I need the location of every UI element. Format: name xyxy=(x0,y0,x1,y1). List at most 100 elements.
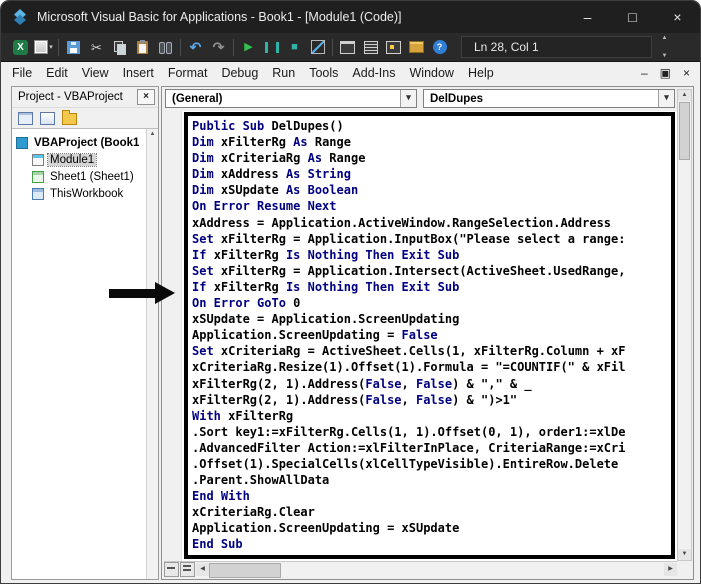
paste-button[interactable] xyxy=(131,35,154,59)
toggle-folders-icon[interactable] xyxy=(62,110,77,125)
object-browser-icon xyxy=(386,40,401,54)
procedure-view-button[interactable] xyxy=(164,562,179,577)
project-tree-scrollbar[interactable]: ▲ xyxy=(146,129,158,579)
code-line: Set xFilterRg = Application.Intersect(Ac… xyxy=(192,263,626,278)
chevron-down-icon xyxy=(658,90,674,107)
annotation-arrow xyxy=(109,282,175,304)
horizontal-scrollbar[interactable]: ◀ ▶ xyxy=(164,561,677,578)
design-mode-button[interactable] xyxy=(306,35,329,59)
minimize-button[interactable]: – xyxy=(565,1,610,33)
cut-icon: ✂ xyxy=(91,39,102,55)
horizontal-scrollbar-thumb[interactable] xyxy=(209,563,281,578)
code-line: Application.ScreenUpdating = xSUpdate xyxy=(192,521,460,536)
maximize-button[interactable]: □ xyxy=(610,1,655,33)
tree-item-module1[interactable]: Module1 xyxy=(12,151,147,168)
project-explorer-icon xyxy=(340,40,355,54)
child-restore-button[interactable]: ▣ xyxy=(660,66,671,80)
maximize-icon: □ xyxy=(628,9,637,25)
object-dropdown-value: (General) xyxy=(172,92,223,105)
view-object-icon[interactable] xyxy=(40,111,55,125)
toolbar-separator xyxy=(233,38,234,56)
object-dropdown[interactable]: (General) xyxy=(165,89,417,108)
reset-button[interactable]: ■ xyxy=(283,35,306,59)
menu-window[interactable]: Window xyxy=(403,62,461,84)
code-line: Dim xAddress As String xyxy=(192,167,351,182)
cut-button[interactable]: ✂ xyxy=(85,35,108,59)
child-minimize-button[interactable]: – xyxy=(641,66,648,80)
menu-run[interactable]: Run xyxy=(265,62,302,84)
tree-item-sheet1-sheet1[interactable]: Sheet1 (Sheet1) xyxy=(12,168,147,185)
insert-object-button[interactable]: ▾ xyxy=(32,35,55,59)
menu-add-ins[interactable]: Add-Ins xyxy=(345,62,402,84)
copy-button[interactable] xyxy=(108,35,131,59)
panel-close-button[interactable] xyxy=(137,89,155,105)
code-line: Application.ScreenUpdating = False xyxy=(192,328,438,343)
chevron-down-icon xyxy=(400,90,416,107)
menu-tools[interactable]: Tools xyxy=(302,62,345,84)
title-bar: Microsoft Visual Basic for Applications … xyxy=(1,1,700,33)
help-button[interactable] xyxy=(428,35,451,59)
project-explorer-button[interactable] xyxy=(336,35,359,59)
minimize-icon: – xyxy=(583,9,592,25)
code-line: If xFilterRg Is Nothing Then Exit Sub xyxy=(192,279,460,294)
find-button[interactable] xyxy=(154,35,177,59)
code-line: Set xCriteriaRg = ActiveSheet.Cells(1, x… xyxy=(192,344,626,359)
arrow-tail xyxy=(109,288,155,298)
menu-bar: File Edit View Insert Format Debug Run Tools Add… xyxy=(1,62,700,84)
chevron-down-icon: ▾ xyxy=(49,44,53,51)
code-line: On Error Resume Next xyxy=(192,199,337,214)
paste-icon xyxy=(137,39,148,54)
properties-icon xyxy=(363,40,378,54)
toolbar-separator xyxy=(332,38,333,56)
menu-format[interactable]: Format xyxy=(161,62,215,84)
tree-item-vbaproject-book1[interactable]: VBAProject (Book1 xyxy=(12,134,147,151)
object-browser-button[interactable] xyxy=(382,35,405,59)
code-line: xCriteriaRg.Resize(1).Offset(1).Formula … xyxy=(192,360,626,375)
run-button[interactable]: ▶ xyxy=(237,35,260,59)
view-excel-button[interactable] xyxy=(9,35,32,59)
toolbar-scroll-control[interactable]: ▲ ▼ xyxy=(658,32,671,62)
full-module-view-button[interactable] xyxy=(180,562,195,577)
menu-view[interactable]: View xyxy=(75,62,116,84)
code-line: .AdvancedFilter Action:=xlFilterInPlace,… xyxy=(192,440,626,455)
code-text[interactable]: Public Sub DelDupes() Dim xFilterRg As Ra… xyxy=(192,118,667,553)
horizontal-scrollbar-track[interactable] xyxy=(209,563,664,578)
project-tree-area: VBAProject (Book1 Module1 Sheet1 (Sheet1) T… xyxy=(12,128,158,579)
tree-item-thisworkbook[interactable]: ThisWorkbook xyxy=(12,185,147,202)
code-line: xAddress = Application.ActiveWindow.Rang… xyxy=(192,215,612,230)
toolbox-icon xyxy=(409,41,424,53)
redo-icon: ↷ xyxy=(212,39,225,55)
vertical-scrollbar[interactable]: ▲ ▼ xyxy=(677,89,692,561)
arrow-head-icon xyxy=(155,282,175,304)
close-button[interactable]: × xyxy=(655,1,700,33)
menu-insert[interactable]: Insert xyxy=(116,62,161,84)
vba-editor-window: Microsoft Visual Basic for Applications … xyxy=(0,0,701,584)
toolbar-separator xyxy=(58,38,59,56)
child-close-button[interactable]: × xyxy=(683,66,690,80)
vba-app-icon xyxy=(12,9,28,25)
toolbox-button[interactable] xyxy=(405,35,428,59)
view-code-icon[interactable] xyxy=(18,111,33,125)
menu-file[interactable]: File xyxy=(5,62,39,84)
window-title: Microsoft Visual Basic for Applications … xyxy=(37,10,402,24)
break-button[interactable] xyxy=(260,35,283,59)
undo-button[interactable]: ↶ xyxy=(184,35,207,59)
procedure-dropdown[interactable]: DelDupes xyxy=(423,89,675,108)
code-line: xCriteriaRg.Clear xyxy=(192,505,315,520)
reset-icon: ■ xyxy=(291,40,298,53)
menu-help[interactable]: Help xyxy=(461,62,501,84)
code-window: (General) DelDupes Public Sub DelDupes()… xyxy=(161,86,694,580)
vertical-scrollbar-thumb[interactable] xyxy=(679,102,690,160)
save-icon xyxy=(67,40,80,54)
properties-window-button[interactable] xyxy=(359,35,382,59)
workbook-icon xyxy=(32,187,44,200)
redo-button[interactable]: ↷ xyxy=(207,35,230,59)
tree-item-label: Module1 xyxy=(46,152,98,167)
find-icon xyxy=(159,42,172,54)
menu-debug[interactable]: Debug xyxy=(214,62,265,84)
code-line: End With xyxy=(192,489,250,504)
menu-edit[interactable]: Edit xyxy=(39,62,75,84)
save-button[interactable] xyxy=(62,35,85,59)
annotation-rectangle: Public Sub DelDupes() Dim xFilterRg As Ra… xyxy=(184,112,675,559)
code-area: Public Sub DelDupes() Dim xFilterRg As Ra… xyxy=(164,111,677,561)
